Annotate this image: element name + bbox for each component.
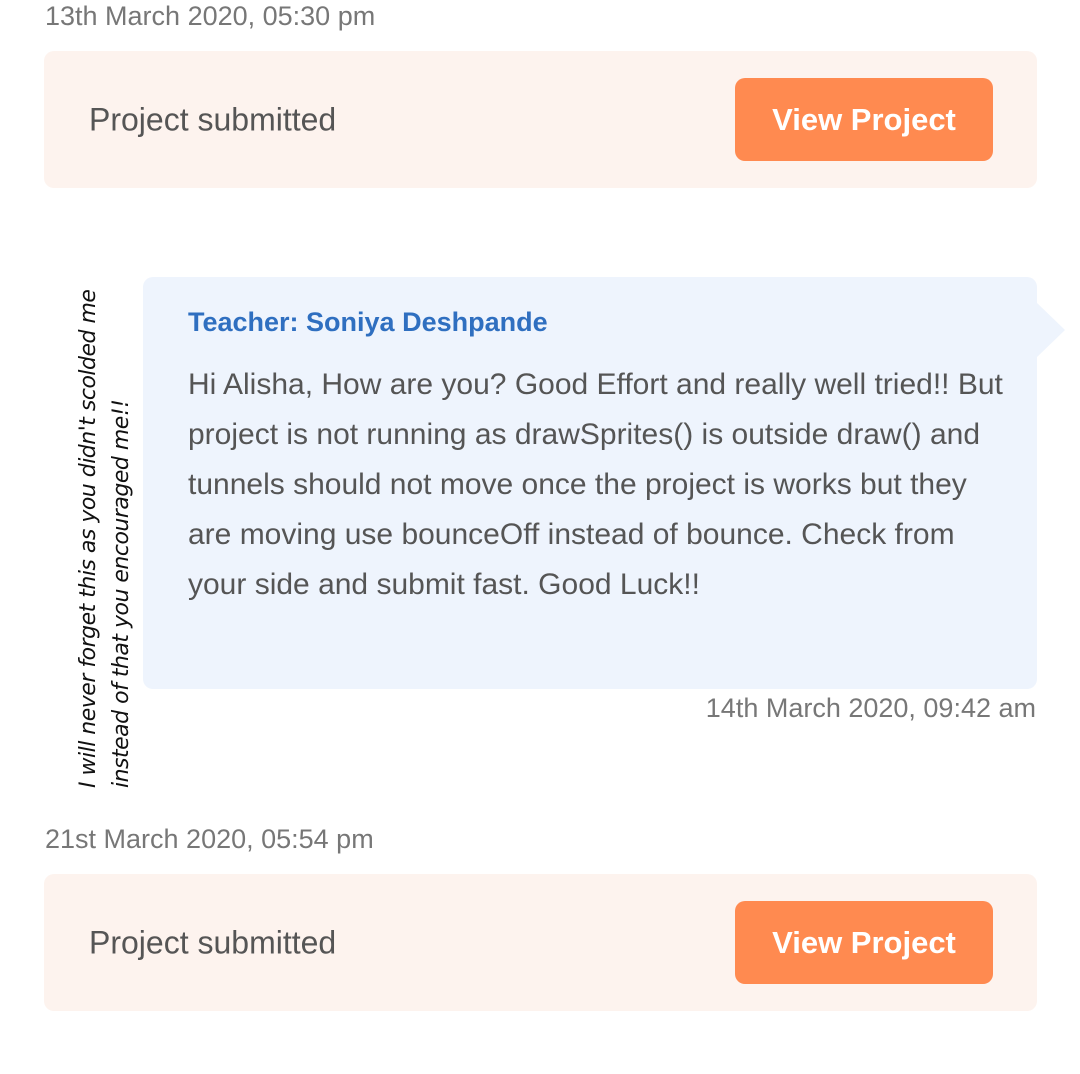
handwritten-note: I will never forget this as you didn't s… [76,289,134,788]
submission-timestamp: 21st March 2020, 05:54 pm [45,824,374,854]
project-submitted-label: Project submitted [89,101,337,137]
project-submitted-card: Project submitted View Project [44,51,1037,188]
feedback-timestamp: 14th March 2020, 09:42 am [705,693,1036,723]
bubble-tail [1037,303,1065,357]
submission-timestamp: 13th March 2020, 05:30 pm [45,1,376,31]
teacher-message: Hi Alisha, How are you? Good Effort and … [188,368,1003,601]
teacher-name: Teacher: Soniya Deshpande [188,307,548,337]
view-project-button[interactable]: View Project [735,78,993,161]
view-project-button[interactable]: View Project [735,901,993,984]
teacher-feedback-bubble: Teacher: Soniya Deshpande Hi Alisha, How… [143,277,1065,689]
project-submitted-card: Project submitted View Project [44,874,1037,1011]
project-submitted-label: Project submitted [89,924,337,960]
